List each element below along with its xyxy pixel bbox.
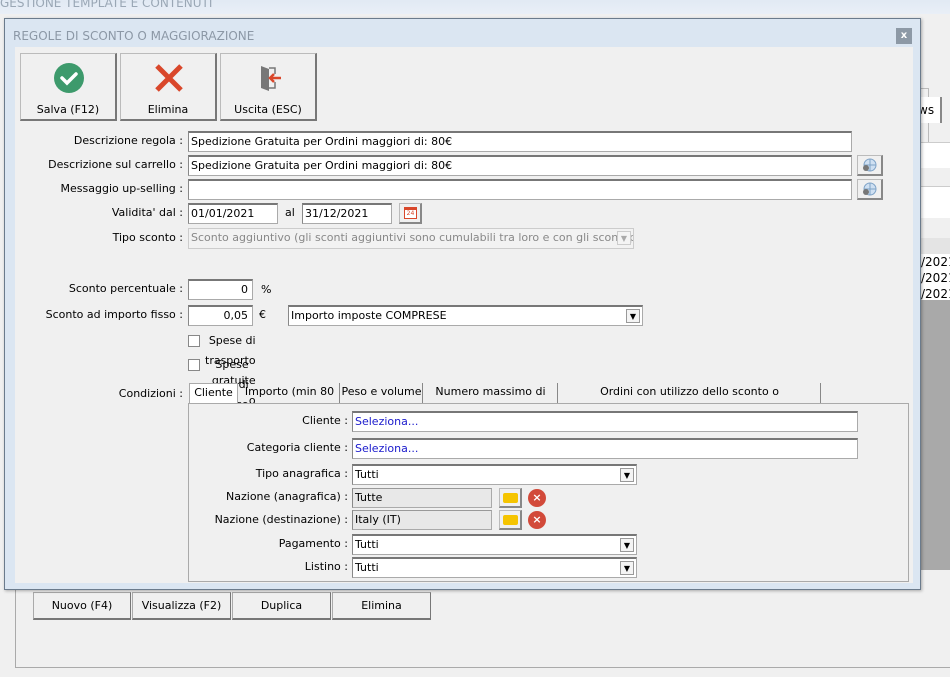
globe-icon xyxy=(863,182,877,196)
country-destination-browse-button[interactable] xyxy=(499,510,522,530)
save-button[interactable]: Salva (F12) xyxy=(20,53,117,121)
currency-unit: € xyxy=(259,308,266,321)
registry-type-select[interactable]: Tutti ▼ xyxy=(352,464,637,485)
free-collection-checkbox[interactable] xyxy=(188,359,200,371)
grid-date: /2021 xyxy=(921,255,950,269)
country-registry-label: Nazione (anagrafica) : xyxy=(226,490,348,503)
tax-mode-value: Importo imposte COMPRESE xyxy=(291,309,447,322)
registry-type-value: Tutti xyxy=(355,468,379,481)
app-title: GESTIONE TEMPLATE E CONTENUTI xyxy=(0,0,950,14)
country-destination-label: Nazione (destinazione) : xyxy=(214,513,348,526)
country-registry-browse-button[interactable] xyxy=(499,488,522,508)
valid-to-input[interactable]: 31/12/2021 xyxy=(302,203,392,224)
tax-mode-select[interactable]: Importo imposte COMPRESE ▼ xyxy=(288,305,643,326)
price-list-select[interactable]: Tutti ▼ xyxy=(352,557,637,578)
background-field xyxy=(921,186,950,218)
grid-date: /2021 xyxy=(921,287,950,301)
tab-numero-utilizzi[interactable]: Numero massimo di utilizzi xyxy=(424,383,558,416)
free-shipping-checkbox[interactable] xyxy=(188,335,200,347)
duplicate-button[interactable]: Duplica xyxy=(232,592,331,620)
tab-importo[interactable]: Importo (min 80 €) xyxy=(240,383,340,416)
price-list-label: Listino : xyxy=(304,560,348,573)
discount-type-value: Sconto aggiuntivo (gli sconti aggiuntivi… xyxy=(191,231,634,244)
country-destination-input[interactable]: Italy (IT) xyxy=(352,510,492,530)
country-registry-input[interactable]: Tutte xyxy=(352,488,492,508)
delete-button[interactable]: Elimina xyxy=(120,53,217,121)
exit-label: Uscita (ESC) xyxy=(234,103,302,116)
upselling-message-label: Messaggio up-selling : xyxy=(60,182,183,195)
close-button[interactable]: x xyxy=(896,28,912,44)
upselling-message-input[interactable] xyxy=(188,179,852,200)
tab-ordini[interactable]: Ordini con utilizzo dello sconto o maggi… xyxy=(559,383,821,416)
price-list-value: Tutti xyxy=(355,561,379,574)
customer-category-label: Categoria cliente : xyxy=(246,441,348,454)
country-destination-clear-button[interactable]: × xyxy=(528,511,546,529)
registry-type-label: Tipo anagrafica : xyxy=(255,467,348,480)
clear-icon: × xyxy=(532,491,542,504)
customer-category-input[interactable]: Seleziona... xyxy=(352,438,858,459)
background-field xyxy=(921,142,950,168)
x-icon xyxy=(155,64,183,92)
checkmark-icon xyxy=(54,63,84,93)
chevron-down-icon: ▼ xyxy=(620,561,634,575)
percent-discount-label: Sconto percentuale : xyxy=(68,282,183,295)
view-button[interactable]: Visualizza (F2) xyxy=(132,592,231,620)
background-tab[interactable]: ws xyxy=(918,97,942,123)
background-grid-header xyxy=(921,238,950,254)
chevron-down-icon: ▼ xyxy=(617,231,631,245)
valid-from-input[interactable]: 01/01/2021 xyxy=(188,203,278,224)
chevron-down-icon: ▼ xyxy=(620,538,634,552)
translate-cart-button[interactable] xyxy=(857,155,883,176)
delete-list-button[interactable]: Elimina xyxy=(332,592,431,620)
grid-date: /2021 xyxy=(921,271,950,285)
background-grid-empty xyxy=(921,300,950,570)
save-label: Salva (F12) xyxy=(36,103,100,116)
rule-description-label: Descrizione regola : xyxy=(73,134,183,147)
tab-peso-volume[interactable]: Peso e volume xyxy=(341,383,423,403)
customer-input[interactable]: Seleziona... xyxy=(352,411,858,432)
calendar-button[interactable]: 24 xyxy=(399,203,422,224)
percent-unit: % xyxy=(261,283,272,296)
payment-select[interactable]: Tutti ▼ xyxy=(352,534,637,555)
customer-label: Cliente : xyxy=(302,414,348,427)
tab-cliente[interactable]: Cliente xyxy=(189,383,238,404)
dialog-title: REGOLE DI SCONTO O MAGGIORAZIONE xyxy=(13,29,255,43)
chevron-down-icon: ▼ xyxy=(620,468,634,482)
discount-type-label: Tipo sconto : xyxy=(112,231,183,244)
percent-discount-input[interactable]: 0 xyxy=(188,279,253,300)
discount-type-select[interactable]: Sconto aggiuntivo (gli sconti aggiuntivi… xyxy=(188,228,634,249)
country-registry-clear-button[interactable]: × xyxy=(528,489,546,507)
new-button[interactable]: Nuovo (F4) xyxy=(33,592,131,620)
cart-description-input[interactable]: Spedizione Gratuita per Ordini maggiori … xyxy=(188,155,852,176)
payment-value: Tutti xyxy=(355,538,379,551)
folder-icon xyxy=(503,515,518,525)
chevron-down-icon: ▼ xyxy=(626,309,640,323)
exit-door-icon xyxy=(261,66,281,91)
fixed-discount-label: Sconto ad importo fisso : xyxy=(45,308,183,321)
rule-description-input[interactable]: Spedizione Gratuita per Ordini maggiori … xyxy=(188,131,852,152)
cart-description-label: Descrizione sul carrello : xyxy=(48,158,183,171)
folder-icon xyxy=(503,493,518,503)
payment-label: Pagamento : xyxy=(278,537,348,550)
calendar-icon: 24 xyxy=(404,207,417,219)
exit-button[interactable]: Uscita (ESC) xyxy=(220,53,317,121)
delete-label: Elimina xyxy=(147,103,189,116)
validity-label: Validita' dal : xyxy=(111,206,183,219)
conditions-label: Condizioni : xyxy=(118,387,183,400)
valid-to-label: al xyxy=(285,206,295,219)
translate-upselling-button[interactable] xyxy=(857,179,883,200)
clear-icon: × xyxy=(532,513,542,526)
globe-icon xyxy=(863,158,877,172)
fixed-discount-input[interactable]: 0,05 xyxy=(188,305,253,326)
